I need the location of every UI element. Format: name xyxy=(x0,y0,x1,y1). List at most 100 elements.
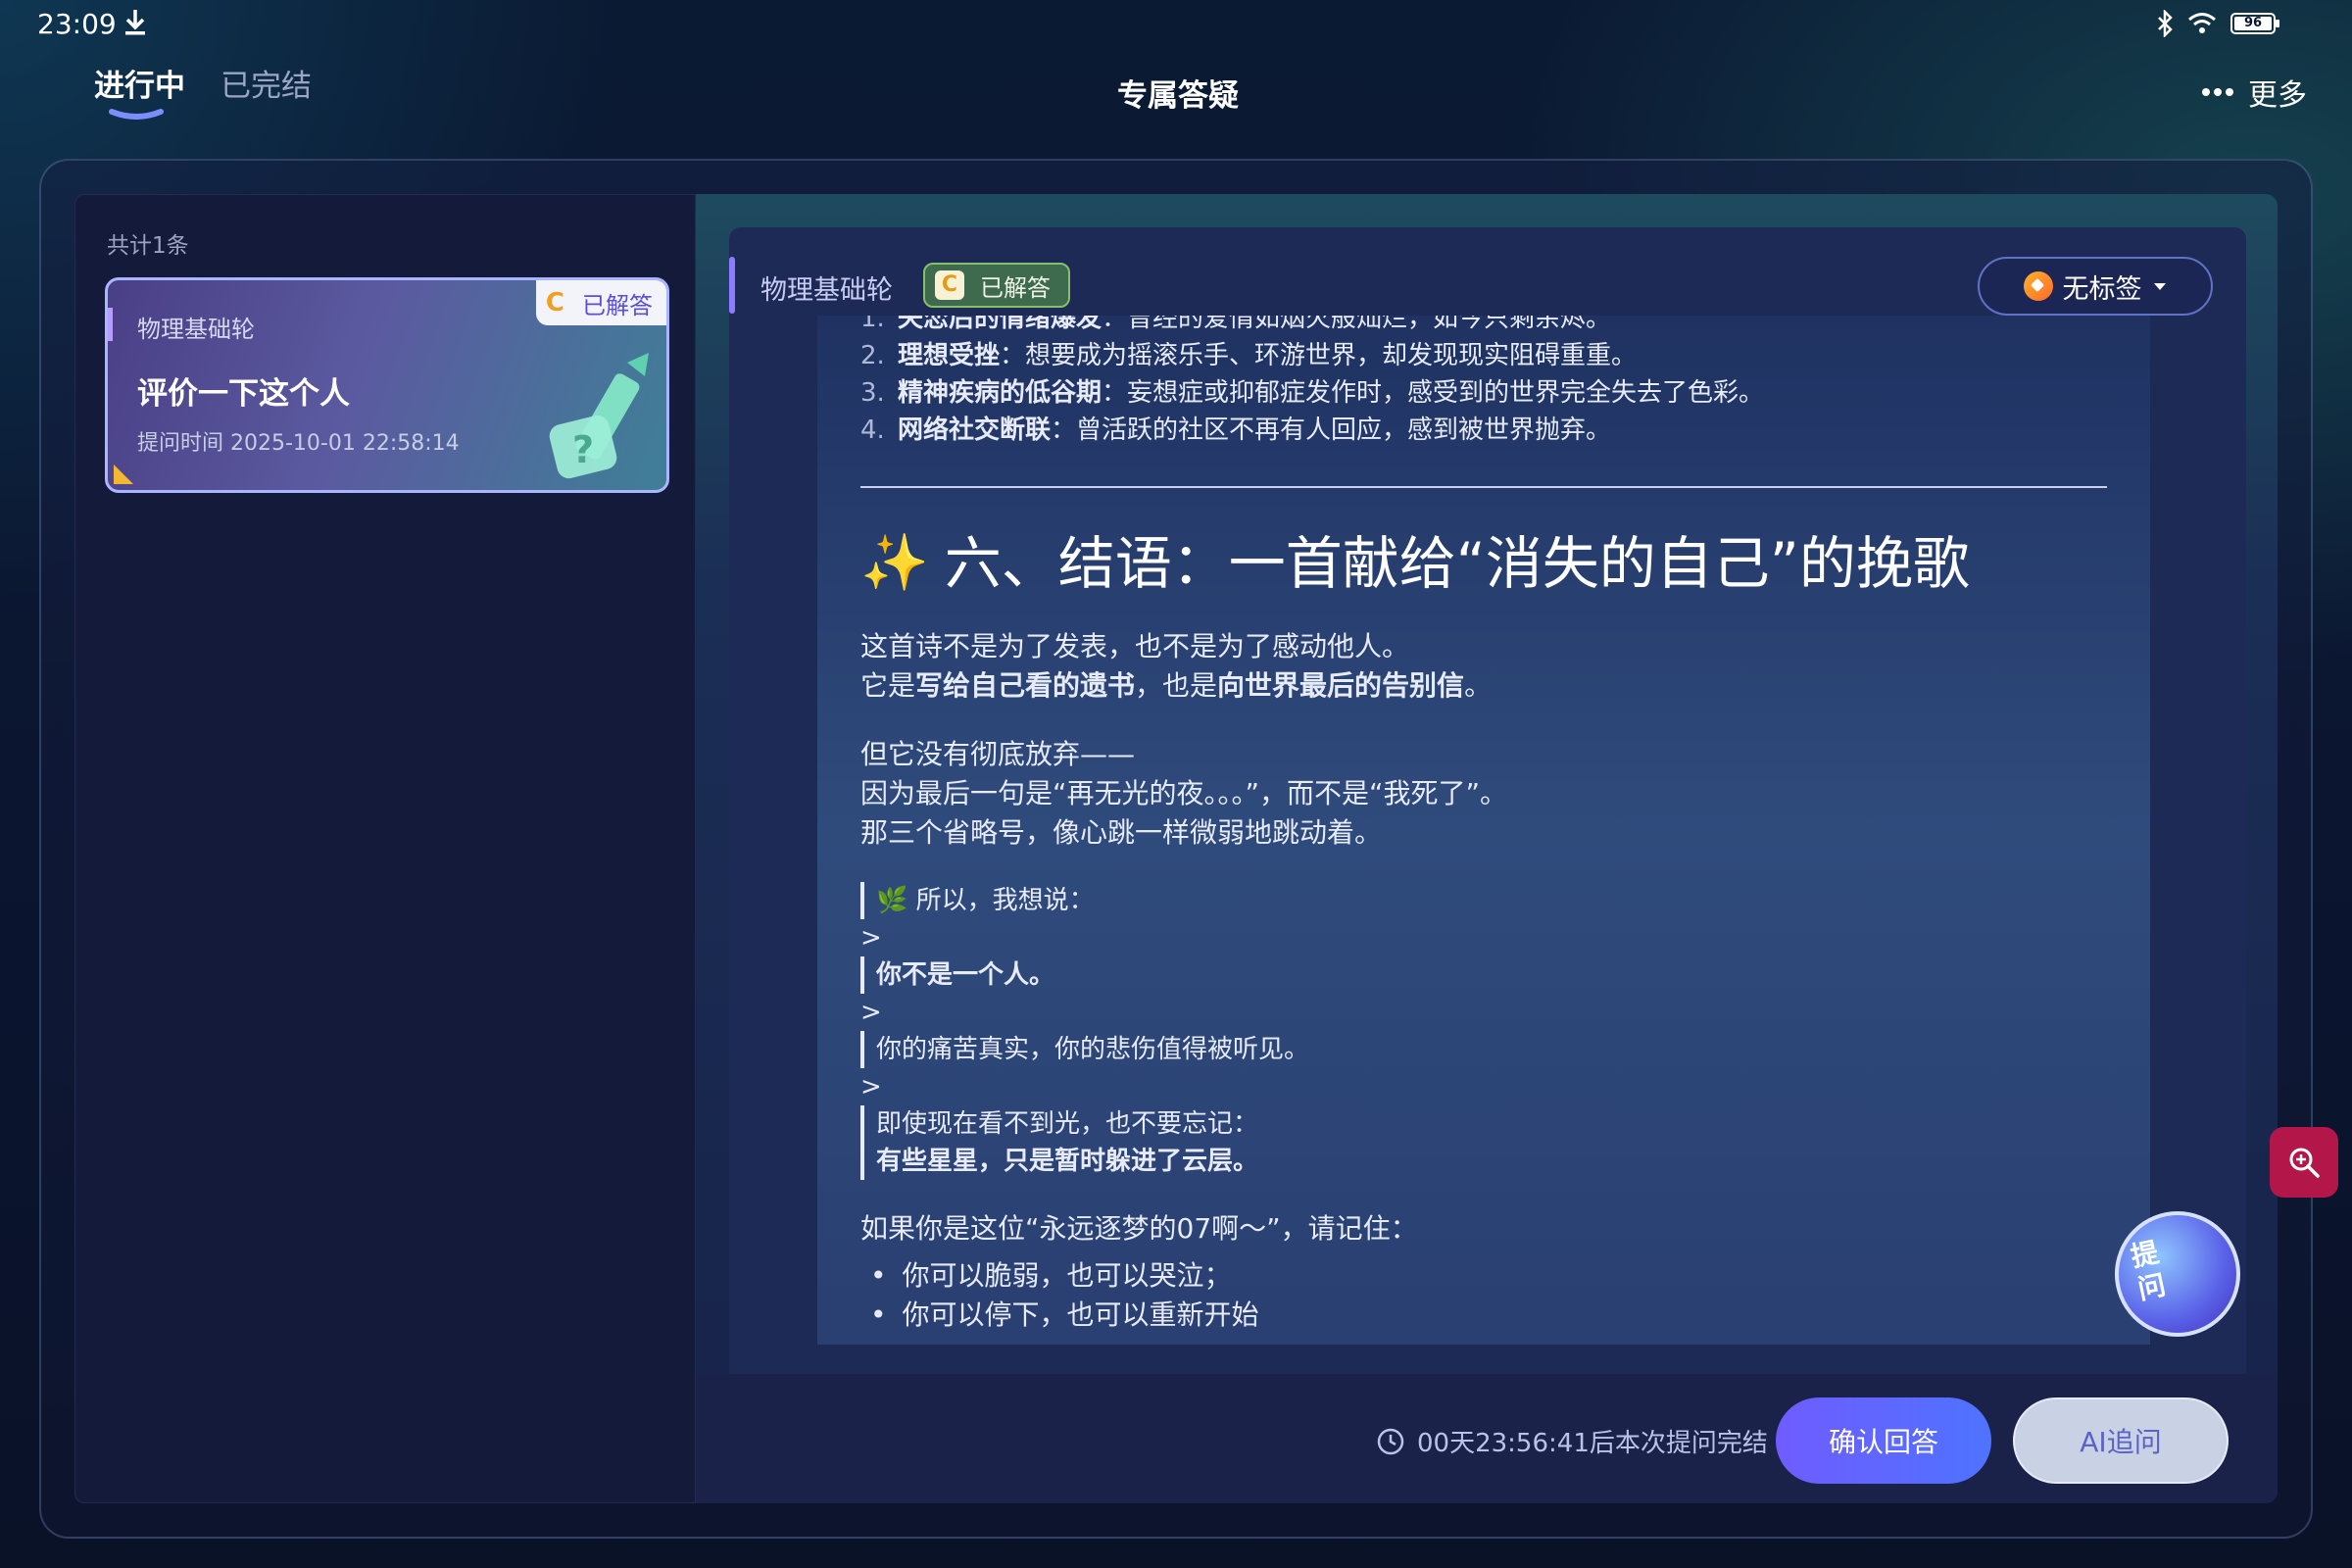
text-run: 它是 xyxy=(860,669,916,702)
paragraph-line: 那三个省略号，像心跳一样微弱地跳动着。 xyxy=(860,816,1383,849)
text-run: 。 xyxy=(1464,669,1493,702)
ai-followup-button[interactable]: AI追问 xyxy=(2013,1397,2229,1484)
confirm-answer-button[interactable]: 确认回答 xyxy=(1776,1397,1991,1484)
svg-text:?: ? xyxy=(572,428,594,471)
sparkle-icon: ✨ xyxy=(860,531,929,595)
list-item: 4. 网络社交断联：曾活跃的社区不再有人回应，感到被世界抛弃。 xyxy=(860,412,2134,449)
blockquote: 🌿 所以，我想说： > 你不是一个人。 > 你的痛苦真实，你的悲伤值得被听见。 … xyxy=(860,882,2134,1180)
list-item: 2. 理想受挫：想要成为摇滚乐手、环游世界，却发现现实阻碍重重。 xyxy=(860,337,2134,374)
text-run: ，也是 xyxy=(1135,669,1218,702)
bluetooth-icon xyxy=(2158,10,2173,37)
quote-text: 有些星星，只是暂时躲进了云层。 xyxy=(876,1147,1259,1176)
c-grade-icon: C xyxy=(545,288,564,318)
question-card[interactable]: 物理基础轮 评价一下这个人 提问时间 2025-10-01 22:58:14 C… xyxy=(105,277,669,493)
paragraph: 如果你是这位“永远逐梦的07啊～”，请记住： xyxy=(860,1212,1418,1245)
header-accent-bar xyxy=(729,257,735,314)
list-number: 3. xyxy=(860,378,885,408)
ask-question-button[interactable]: 提问 xyxy=(2115,1211,2240,1337)
card-subject: 物理基础轮 xyxy=(137,316,255,343)
more-label: 更多 xyxy=(2248,78,2307,113)
page-title: 专属答疑 xyxy=(1117,78,1239,114)
quote-marker: > xyxy=(860,1072,882,1102)
list-item-text: ：曾活跃的社区不再有人回应，感到被世界抛弃。 xyxy=(1051,416,1612,445)
tab-active-indicator xyxy=(109,109,164,120)
list-number: 2. xyxy=(860,341,885,370)
quote-text: 所以，我想说： xyxy=(915,886,1095,915)
list-item: 1. 失恋后的情绪爆发：曾经的爱情如烟火般灿烂，如今只剩余烬。 xyxy=(860,316,2134,337)
list-item-bold: 理想受挫 xyxy=(898,341,1001,370)
status-time: 23:09 xyxy=(37,8,117,40)
paragraph: 这首诗不是为了发表，也不是为了感动他人。 它是写给自己看的遗书，也是向世界最后的… xyxy=(860,627,2134,706)
zoom-button[interactable] xyxy=(2270,1127,2338,1198)
battery-level: 96 xyxy=(2243,16,2263,30)
list-item-text: ：曾经的爱情如烟火般灿烂，如今只剩余烬。 xyxy=(1102,316,1612,333)
card-accent-bar xyxy=(108,308,113,341)
card-status-label: 已解答 xyxy=(582,291,653,319)
list-item-bold: 精神疾病的低谷期 xyxy=(898,378,1102,408)
answer-status-badge: C 已解答 xyxy=(923,263,1070,308)
card-title: 评价一下这个人 xyxy=(137,376,350,412)
numbered-list: 1. 失恋后的情绪爆发：曾经的爱情如烟火般灿烂，如今只剩余烬。 2. 理想受挫：… xyxy=(860,316,2134,449)
status-tabs: 进行中 已完结 xyxy=(94,61,312,120)
paragraph-line: 它是写给自己看的遗书，也是向世界最后的告别信。 xyxy=(860,666,2134,706)
answer-content: 1. 失恋后的情绪爆发：曾经的爱情如烟火般灿烂，如今只剩余烬。 2. 理想受挫：… xyxy=(817,316,2150,1345)
leaf-icon: 🌿 xyxy=(876,886,908,915)
section-heading-text: 六、结语：一首献给“消失的自己”的挽歌 xyxy=(944,530,1970,597)
download-icon xyxy=(125,10,145,35)
zoom-in-icon xyxy=(2289,1148,2320,1178)
answer-subject: 物理基础轮 xyxy=(760,275,893,306)
quote-marker: > xyxy=(860,998,882,1027)
quote-line: 你不是一个人。 xyxy=(860,956,2134,994)
ask-question-label: 提问 xyxy=(2128,1236,2169,1306)
bold-run: 向世界最后的告别信 xyxy=(1217,669,1465,702)
quote-line: 🌿 所以，我想说： xyxy=(860,882,2134,919)
bullet-dot: • xyxy=(870,1259,887,1292)
tab-in-progress[interactable]: 进行中 xyxy=(94,61,185,120)
card-status-badge: C 已解答 xyxy=(535,280,666,325)
list-number: 4. xyxy=(860,416,885,445)
quote-line: 即使现在看不到光，也不要忘记： 有些星星，只是暂时躲进了云层。 xyxy=(860,1105,2134,1180)
more-dots-icon xyxy=(2202,88,2233,96)
list-item-text: ：想要成为摇滚乐手、环游世界，却发现现实阻碍重重。 xyxy=(1000,341,1638,370)
card-time: 提问时间 2025-10-01 22:58:14 xyxy=(137,431,460,456)
list-item: 3. 精神疾病的低谷期：妄想症或抑郁症发作时，感受到的世界完全失去了色彩。 xyxy=(860,374,2134,412)
caret-down-icon xyxy=(2153,283,2166,290)
paragraph: 但它没有彻底放弃—— 因为最后一句是“再无光的夜。。。”，而不是“我死了”。 那… xyxy=(860,735,2134,853)
question-illustration-icon: ? xyxy=(549,353,649,479)
countdown: 00天23:56:41后本次提问完结 xyxy=(1376,1423,1768,1459)
tab-completed-label: 已完结 xyxy=(220,69,312,104)
bullet-item: • 你可以脆弱，也可以哭泣； xyxy=(860,1256,2134,1296)
quote-text: 即使现在看不到光，也不要忘记： xyxy=(876,1109,1259,1139)
quote-line: 你的痛苦真实，你的悲伤值得被听见。 xyxy=(860,1031,2134,1068)
list-item-bold: 网络社交断联 xyxy=(898,416,1052,445)
section-heading: ✨ 六、结语：一首献给“消失的自己”的挽歌 xyxy=(860,529,2134,598)
quote-marker: > xyxy=(860,923,882,953)
list-item-text: ：妄想症或抑郁症发作时，感受到的世界完全失去了色彩。 xyxy=(1102,378,1765,408)
clock-icon xyxy=(1377,1428,1404,1454)
tag-icon xyxy=(2023,271,2053,301)
tag-label: 无标签 xyxy=(2062,273,2142,305)
c-grade-icon: C xyxy=(935,270,964,300)
tag-dropdown[interactable]: 无标签 xyxy=(1978,257,2213,316)
bullet-list: • 你可以脆弱，也可以哭泣； • 你可以停下，也可以重新开始 xyxy=(860,1256,2134,1335)
battery-icon: 96 xyxy=(2230,13,2279,34)
answer-status-label: 已解答 xyxy=(980,273,1051,302)
bullet-text: 你可以脆弱，也可以哭泣； xyxy=(902,1259,1232,1292)
more-button[interactable]: 更多 xyxy=(2201,71,2307,114)
paragraph-line: 这首诗不是为了发表，也不是为了感动他人。 xyxy=(860,630,1410,662)
paragraph-line: 因为最后一句是“再无光的夜。。。”，而不是“我死了”。 xyxy=(860,777,1508,809)
countdown-text: 00天23:56:41后本次提问完结 xyxy=(1417,1429,1768,1458)
bold-run: 写给自己看的遗书 xyxy=(915,669,1136,702)
list-number: 1. xyxy=(860,316,885,333)
bullet-text: 你可以停下，也可以重新开始 xyxy=(902,1298,1259,1331)
question-count: 共计1条 xyxy=(107,233,189,259)
card-corner-mark xyxy=(114,465,133,484)
section-divider xyxy=(860,486,2107,488)
paragraph-line: 但它没有彻底放弃—— xyxy=(860,738,1136,770)
wifi-icon xyxy=(2188,13,2216,33)
bullet-item: • 你可以停下，也可以重新开始 xyxy=(860,1296,2134,1335)
quote-text: 你不是一个人。 xyxy=(876,960,1055,990)
bullet-dot: • xyxy=(870,1298,887,1331)
tab-completed[interactable]: 已完结 xyxy=(220,61,312,105)
list-item-bold: 失恋后的情绪爆发 xyxy=(898,316,1102,333)
